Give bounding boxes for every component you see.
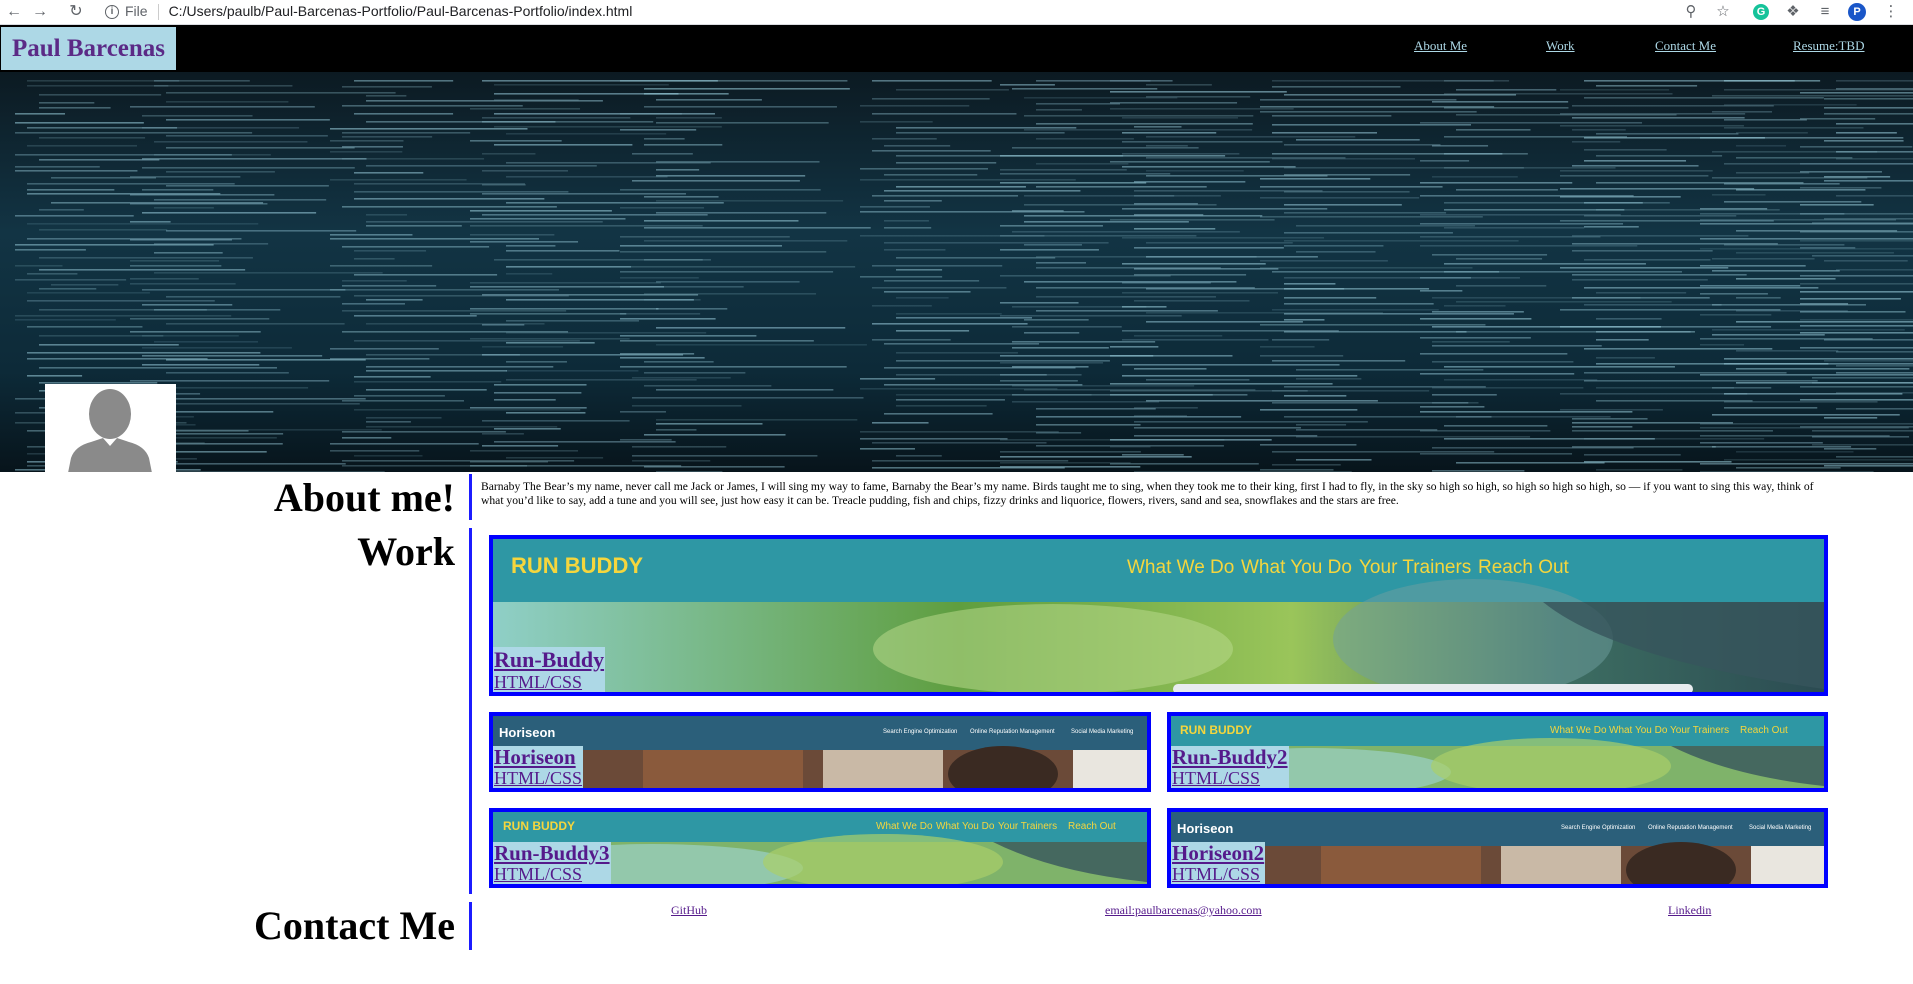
run-buddy-nav-3: Your Trainers (1359, 557, 1472, 578)
extensions-puzzle-icon[interactable]: ❖ (1782, 1, 1804, 23)
project-title-link[interactable]: Run-Buddy2 (1172, 746, 1288, 768)
nav-contact-me[interactable]: Contact Me (1655, 38, 1716, 54)
horiseon-nav-3: Social Media Marketing (1071, 729, 1134, 735)
run-buddy2-nav-4: Reach Out (1740, 725, 1788, 736)
run-buddy-nav-1: What We Do (1127, 557, 1235, 578)
about-paragraph: Barnaby The Bear’s my name, never call m… (481, 480, 1814, 507)
linkedin-link[interactable]: Linkedin (1668, 903, 1711, 918)
site-title: Paul Barcenas (1, 27, 177, 70)
contact-heading: Contact Me (253, 903, 455, 948)
project-tech-link[interactable]: HTML/CSS (1172, 864, 1264, 884)
hero-banner (0, 72, 1913, 472)
run-buddy3-nav-3: Your Trainers (998, 821, 1058, 832)
nav-resume[interactable]: Resume:TBD (1793, 38, 1865, 54)
project-card-horiseon2[interactable]: Horiseon Search Engine Optimization Onli… (1167, 808, 1828, 888)
horiseon2-logo: Horiseon (1177, 821, 1234, 836)
run-buddy-logo: RUN BUDDY (511, 553, 643, 578)
profile-photo-placeholder (45, 384, 176, 472)
forward-arrow-icon[interactable]: → (30, 2, 50, 22)
horiseon-screenshot (493, 716, 1147, 788)
horiseon-nav-2: Online Reputation Management (970, 729, 1055, 735)
run-buddy-nav-4: Reach Out (1478, 557, 1569, 578)
project-caption: Horiseon2 HTML/CSS (1171, 842, 1266, 884)
run-buddy-nav-2: What You Do (1241, 557, 1352, 578)
project-caption: Horiseon HTML/CSS (493, 746, 584, 788)
code-background-image (15, 80, 1913, 472)
run-buddy2-nav-1: What We Do (1550, 725, 1607, 736)
project-card-run-buddy3[interactable]: RUN BUDDY What We Do What You Do Your Tr… (489, 808, 1151, 888)
email-link[interactable]: email:paulbarcenas@yahoo.com (1105, 903, 1262, 918)
zoom-icon[interactable]: ⚲ (1680, 1, 1702, 23)
project-card-horiseon[interactable]: Horiseon Search Engine Optimization Onli… (489, 712, 1151, 792)
horiseon-logo: Horiseon (499, 725, 556, 740)
project-caption: Run-Buddy3 HTML/CSS (493, 842, 611, 884)
info-icon[interactable]: i (105, 5, 119, 20)
horiseon2-screenshot (1171, 812, 1824, 884)
address-bar[interactable]: i File C:/Users/paulb/Paul-Barcenas-Portfo… (105, 0, 1705, 24)
nav-about-me[interactable]: About Me (1414, 38, 1467, 54)
reading-list-icon[interactable]: ≡ (1814, 1, 1836, 23)
work-heading: Work (357, 529, 455, 574)
reload-icon[interactable]: ↻ (66, 2, 86, 22)
run-buddy2-nav-2: What You Do (1609, 725, 1668, 736)
project-title-link[interactable]: Run-Buddy3 (494, 842, 610, 864)
contact-divider (469, 902, 472, 950)
about-heading: About me! (273, 475, 455, 520)
about-divider (469, 474, 472, 520)
project-tech-link[interactable]: HTML/CSS (494, 768, 582, 788)
project-caption: Run-Buddy HTML/CSS (493, 647, 606, 692)
run-buddy3-nav-4: Reach Out (1068, 821, 1116, 832)
back-arrow-icon[interactable]: ← (4, 2, 24, 22)
run-buddy3-logo: RUN BUDDY (503, 819, 575, 833)
horiseon2-nav-3: Social Media Marketing (1749, 825, 1812, 831)
bookmark-star-icon[interactable]: ☆ (1712, 1, 1734, 23)
github-link[interactable]: GitHub (671, 903, 707, 918)
project-caption: Run-Buddy2 HTML/CSS (1171, 746, 1289, 788)
kebab-menu-icon[interactable]: ⋮ (1880, 1, 1902, 23)
project-title-link[interactable]: Run-Buddy (494, 647, 604, 672)
project-tech-link[interactable]: HTML/CSS (494, 672, 604, 692)
horiseon2-nav-1: Search Engine Optimization (1561, 825, 1636, 831)
project-card-run-buddy[interactable]: RUN BUDDY What We Do What You Do Your Tr… (489, 535, 1828, 696)
nav-work[interactable]: Work (1546, 38, 1575, 54)
url-text[interactable]: C:/Users/paulb/Paul-Barcenas-Portfolio/P… (169, 3, 633, 19)
grammarly-extension-icon[interactable]: G (1753, 4, 1769, 20)
run-buddy3-nav-1: What We Do (876, 821, 933, 832)
project-tech-link[interactable]: HTML/CSS (494, 864, 610, 884)
browser-toolbar: ← → ↻ i File C:/Users/paulb/Paul-Barcenas-… (0, 0, 1913, 25)
run-buddy2-logo: RUN BUDDY (1180, 723, 1252, 737)
project-tech-link[interactable]: HTML/CSS (1172, 768, 1288, 788)
site-header: Paul Barcenas About Me Work Contact Me R… (0, 25, 1913, 72)
project-title-link[interactable]: Horiseon (494, 746, 582, 768)
horiseon-nav-1: Search Engine Optimization (883, 729, 958, 735)
url-scheme: File (125, 3, 148, 19)
profile-avatar[interactable]: P (1848, 3, 1866, 21)
run-buddy3-nav-2: What You Do (936, 821, 995, 832)
person-silhouette-icon (45, 384, 176, 472)
project-card-run-buddy2[interactable]: RUN BUDDY What We Do What You Do Your Tr… (1167, 712, 1828, 792)
horiseon2-nav-2: Online Reputation Management (1648, 825, 1733, 831)
work-divider (469, 528, 472, 894)
omnibox-divider (157, 4, 159, 21)
project-title-link[interactable]: Horiseon2 (1172, 842, 1264, 864)
run-buddy2-nav-3: Your Trainers (1670, 725, 1730, 736)
